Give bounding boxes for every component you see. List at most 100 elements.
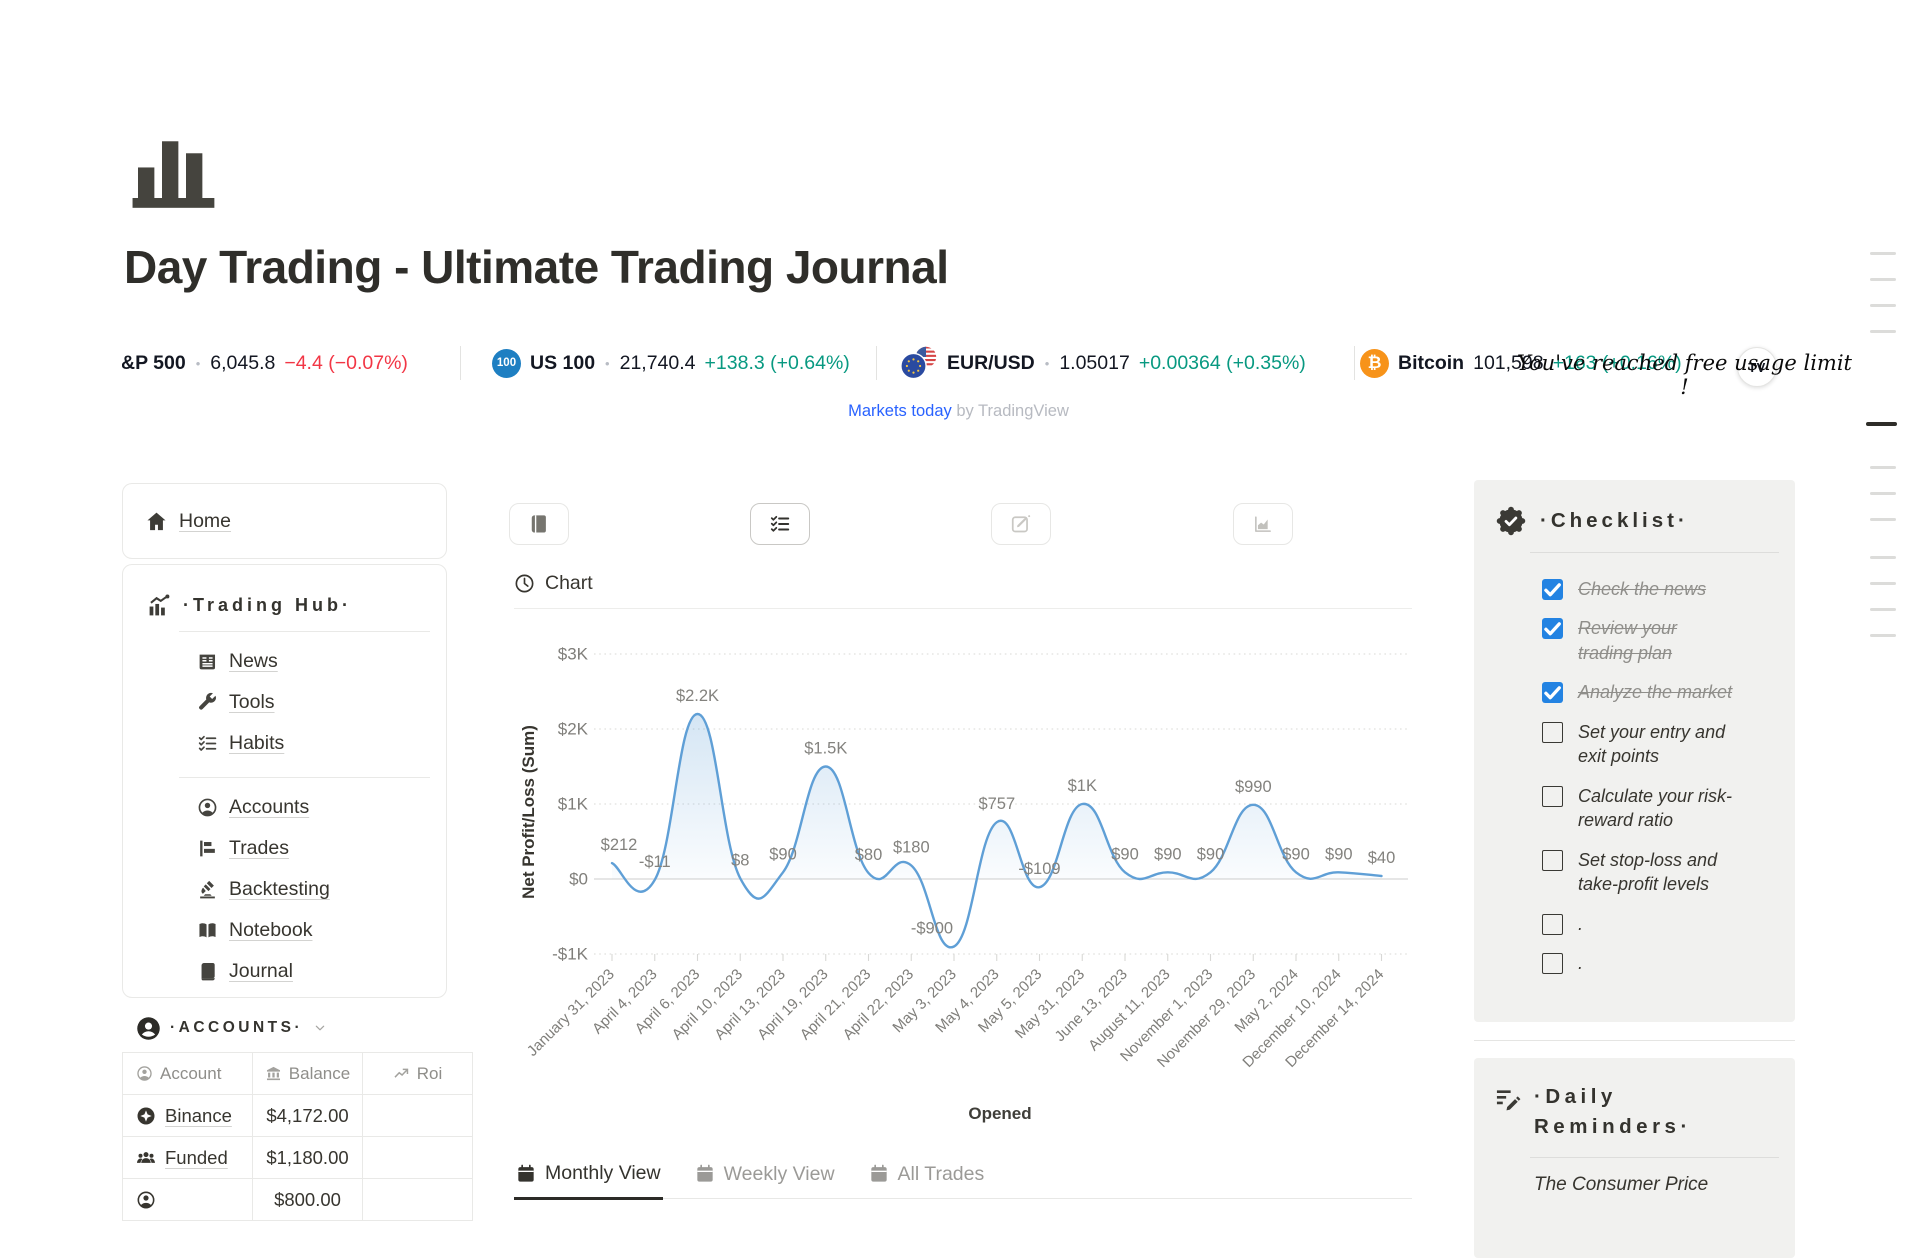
checkbox-item[interactable] (1542, 953, 1563, 974)
outline-mark[interactable] (1870, 330, 1896, 333)
checklist-card: ·Checklist· Check the news Review your tr… (1474, 480, 1795, 1022)
roi-cell (363, 1179, 473, 1221)
outline-mark[interactable] (1870, 608, 1896, 611)
svg-text:$90: $90 (1111, 845, 1139, 863)
daily-reminders-card: ·Daily Reminders· The Consumer Price (1474, 1058, 1795, 1258)
table-row: $800.00 (123, 1179, 473, 1221)
daily-reminders-header: ·Daily Reminders· (1494, 1082, 1795, 1141)
checklist-item-label: Set your entry and exit points (1578, 720, 1737, 769)
divider (1474, 1040, 1795, 1041)
sidebar-item-label: News (229, 650, 278, 673)
svg-text:$40: $40 (1368, 849, 1396, 867)
separator-dot: • (1045, 356, 1050, 371)
outline-mark[interactable] (1870, 492, 1896, 495)
tab-all-trades[interactable]: All Trades (867, 1148, 987, 1198)
outline-mark[interactable] (1870, 582, 1896, 585)
sidebar-item-journal[interactable]: Journal (123, 951, 446, 992)
divider (1530, 552, 1779, 553)
eurusd-flag-icon (900, 346, 938, 380)
ticker-divider (1354, 346, 1355, 380)
ticker-symbol-us-100[interactable]: 100US 100•21,740.4+138.3 (+0.64%) (492, 340, 850, 386)
balance-cell: $4,172.00 (253, 1095, 363, 1137)
sidebar-item-trades[interactable]: Trades (123, 828, 446, 869)
tab-label: Monthly View (545, 1162, 661, 1185)
sidebar-item-backtesting[interactable]: Backtesting (123, 869, 446, 910)
reminder-text: The Consumer Price (1534, 1174, 1775, 1196)
roi-cell (363, 1137, 473, 1179)
symbol-change: +138.3 (+0.64%) (705, 352, 850, 375)
svg-text:$212: $212 (601, 836, 638, 854)
divider (514, 608, 1412, 609)
markets-today-link[interactable]: Markets today (848, 402, 952, 420)
svg-text:-$11: -$11 (639, 853, 671, 871)
account-cell: Funded (123, 1137, 253, 1179)
trades-icon (197, 838, 218, 859)
checkbox-set-stop-loss-and-take-profit-levels[interactable] (1542, 850, 1563, 871)
column-header-roi[interactable]: Roi (363, 1053, 473, 1095)
outline-mark[interactable] (1870, 252, 1896, 255)
calendar-icon (695, 1164, 715, 1184)
outline-mark[interactable] (1870, 518, 1896, 521)
balance-cell: $1,180.00 (253, 1137, 363, 1179)
account-link[interactable]: Funded (165, 1147, 228, 1169)
sidebar-item-accounts[interactable]: Accounts (123, 787, 446, 828)
page-logo-bar-chart-icon (128, 138, 220, 210)
account-column-icon (136, 1065, 153, 1082)
outline-mark[interactable] (1870, 278, 1896, 281)
checkbox-item[interactable] (1542, 914, 1563, 935)
checkbox-review-your-trading-plan[interactable] (1542, 618, 1563, 639)
outline-mark[interactable] (1870, 466, 1896, 469)
sidebar-item-habits[interactable]: Habits (123, 723, 446, 764)
accounts-table: Account Balance Roi Binance $4,172.00 Funded… (122, 1052, 473, 1221)
ticker-symbol-s-p-500[interactable]: S&P 500•6,045.8−4.4 (−0.07%) (108, 340, 408, 386)
checklist-button[interactable] (750, 503, 810, 545)
habits-icon (197, 733, 218, 754)
chart-button[interactable] (1233, 503, 1293, 545)
symbol-value: 6,045.8 (210, 352, 275, 375)
column-header-balance[interactable]: Balance (253, 1053, 363, 1095)
outline-mark[interactable] (1870, 304, 1896, 307)
checkbox-calculate-your-risk-reward-ratio[interactable] (1542, 786, 1563, 807)
outline-mark[interactable] (1866, 422, 1897, 426)
sidebar-item-notebook[interactable]: Notebook (123, 910, 446, 951)
trading-hub-header: ·Trading Hub· (147, 593, 446, 618)
svg-text:$1K: $1K (558, 795, 589, 814)
ticker-divider (876, 346, 877, 380)
by-tradingview-link[interactable]: by TradingView (956, 402, 1069, 420)
column-header-account[interactable]: Account (123, 1053, 253, 1095)
sidebar-item-tools[interactable]: Tools (123, 682, 446, 723)
sidebar-item-news[interactable]: News (123, 641, 446, 682)
x-axis-label: Opened (550, 1104, 1450, 1124)
ticker-divider (460, 346, 461, 380)
column-header-inner: Roi (363, 1064, 472, 1084)
checkbox-set-your-entry-and-exit-points[interactable] (1542, 722, 1563, 743)
balance-cell: $800.00 (253, 1179, 363, 1221)
house-icon (145, 510, 168, 533)
checkbox-analyze-the-market[interactable] (1542, 682, 1563, 703)
outline-mark[interactable] (1870, 556, 1896, 559)
home-card: Home (122, 483, 447, 559)
accounts-section-header: ·ACCOUNTS· (122, 1008, 447, 1048)
backtesting-icon (197, 879, 218, 900)
outline-mark[interactable] (1870, 634, 1896, 637)
divider (179, 631, 430, 632)
sidebar-item-home[interactable]: Home (123, 484, 446, 558)
checklist-item-label: Review your trading plan (1578, 616, 1737, 665)
tab-weekly-view[interactable]: Weekly View (693, 1148, 837, 1198)
checkbox-check-the-news[interactable] (1542, 579, 1563, 600)
journal-button[interactable] (509, 503, 569, 545)
item-icon (136, 1190, 156, 1210)
tab-monthly-view[interactable]: Monthly View (514, 1148, 663, 1200)
ticker-symbol-eur-usd[interactable]: EUR/USD•1.05017+0.00364 (+0.35%) (900, 340, 1306, 386)
hub-group-secondary: AccountsTradesBacktestingNotebookJournal (123, 787, 446, 992)
account-link[interactable]: Binance (165, 1105, 232, 1127)
checklist-item-label: Check the news (1578, 577, 1706, 601)
checklist-item: Analyze the market (1542, 680, 1737, 704)
svg-text:$2K: $2K (558, 720, 589, 739)
column-label: Balance (289, 1064, 350, 1084)
checklist-item: Set your entry and exit points (1542, 720, 1737, 769)
chevron-down-icon[interactable] (312, 1020, 328, 1036)
compose-button[interactable] (991, 503, 1051, 545)
checklist-title: ·Checklist· (1540, 509, 1689, 533)
ticker-left-clip (0, 336, 122, 390)
